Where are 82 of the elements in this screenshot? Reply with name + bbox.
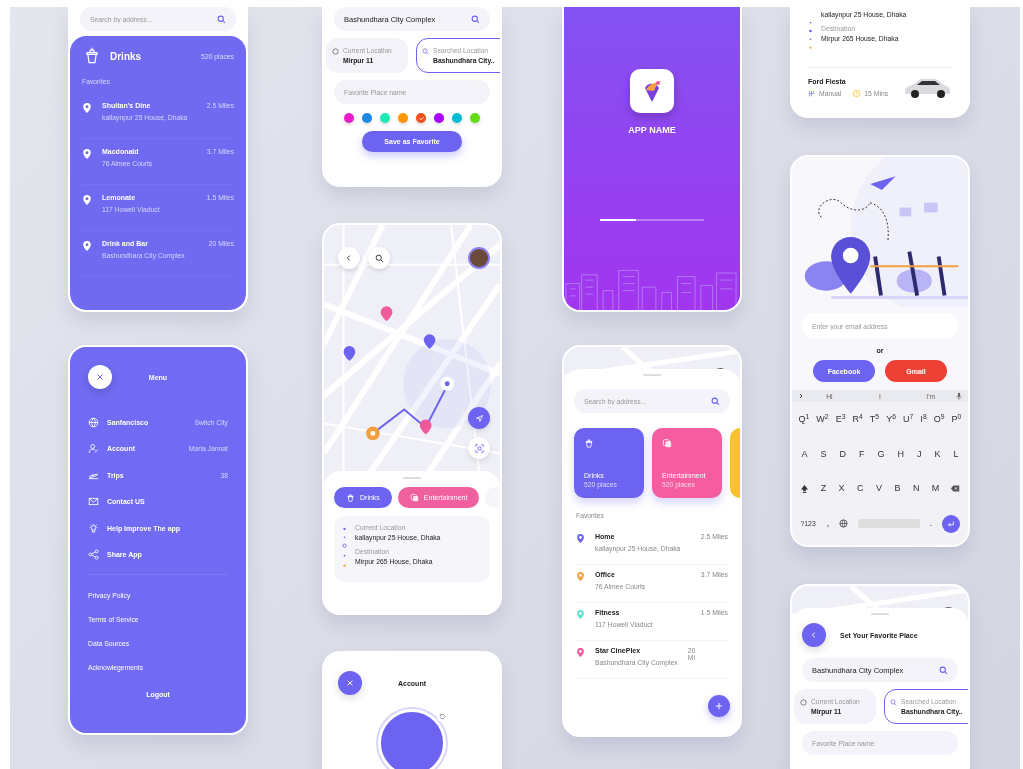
ticket-icon [409,493,419,502]
lightbulb-icon [88,522,99,534]
clock-icon [853,89,861,97]
app-logo-icon [630,69,674,113]
pin-icon [82,148,92,160]
comma-key[interactable]: , [825,518,831,529]
category-title: Drinks [110,50,143,62]
shift-key-icon[interactable] [800,484,810,494]
chevron-icon[interactable] [798,392,804,400]
keyboard-key[interactable]: M [930,483,941,495]
search-icon [217,14,226,24]
search-icon [890,699,897,706]
keyboard-key[interactable]: I$^{8}$ [919,413,928,425]
keyboard-key[interactable]: C [856,483,865,495]
cup-icon [346,493,355,502]
search-icon [374,253,384,263]
search-icon [422,48,429,55]
plus-icon [715,702,723,710]
ticket-icon [662,438,672,448]
scan-frame-icon [474,443,484,453]
enter-icon [947,519,956,528]
radio-icon [332,48,339,55]
close-icon [96,373,104,381]
microphone-icon[interactable] [956,392,962,400]
gear-shift-icon [808,89,815,97]
keyboard-key[interactable]: V [875,483,883,495]
keyboard-key[interactable]: O$^{9}$ [932,413,946,425]
color-swatch[interactable] [362,113,372,123]
keyboard-key[interactable]: D [838,448,847,460]
keyboard-key[interactable]: B [893,483,902,495]
app-name: APP NAME [628,125,676,135]
pin-icon [82,240,92,252]
color-swatch[interactable] [470,113,480,123]
keyboard-key[interactable]: W$^{2}$ [815,413,830,425]
keyboard-key[interactable]: Y$^{6}$ [885,413,897,425]
add-button[interactable] [708,695,730,717]
keyboard-key[interactable]: H [896,448,905,460]
back-icon [345,254,353,262]
keyboard-key[interactable]: K [933,448,942,460]
keyboard-key[interactable]: Q$^{1}$ [797,413,811,425]
navigation-arrow-icon [474,413,484,423]
backspace-key-icon[interactable] [950,484,960,494]
period-key[interactable]: . [928,518,934,529]
keyboard-key[interactable]: Z [819,483,828,495]
cup-icon [584,438,594,448]
mail-icon [88,496,99,508]
keyboard-key[interactable]: X [837,483,846,495]
back-icon [810,631,818,639]
search-icon [471,14,480,24]
pin-icon [82,194,92,206]
globe-icon [88,416,99,428]
keyboard-key[interactable]: N [911,483,921,495]
enter-key[interactable] [942,514,961,533]
color-swatch[interactable] [380,113,390,123]
radio-icon [800,699,807,706]
close-button[interactable] [338,671,362,695]
keyboard-key[interactable]: T$^{5}$ [868,413,881,425]
keyboard-key[interactable]: P$^{0}$ [950,413,963,425]
keyboard-key[interactable]: L [952,448,960,460]
color-swatch[interactable] [452,113,462,123]
keyboard-key[interactable]: G [876,448,886,460]
keyboard-key[interactable]: S [819,448,828,460]
search-icon [711,396,720,406]
pin-icon [82,102,92,114]
user-icon [88,443,99,455]
refresh-icon[interactable] [437,711,448,722]
search-icon [939,665,948,675]
keyboard-key[interactable]: E$^{3}$ [834,413,847,425]
close-button[interactable] [88,365,112,389]
color-swatch[interactable] [434,113,444,123]
color-swatch[interactable] [344,113,354,123]
keyboard-key[interactable]: U$^{7}$ [902,413,915,425]
back-button[interactable] [802,623,826,647]
color-swatch[interactable] [398,113,408,123]
close-icon [346,679,354,687]
keyboard-key[interactable]: F [857,448,866,460]
share-icon [88,549,99,561]
color-swatch[interactable] [416,113,426,123]
keyboard-key[interactable]: A [800,448,809,460]
globe-icon[interactable] [839,519,849,529]
keyboard-key[interactable]: R$^{4}$ [851,413,864,425]
keyboard-key[interactable]: J [915,448,923,460]
